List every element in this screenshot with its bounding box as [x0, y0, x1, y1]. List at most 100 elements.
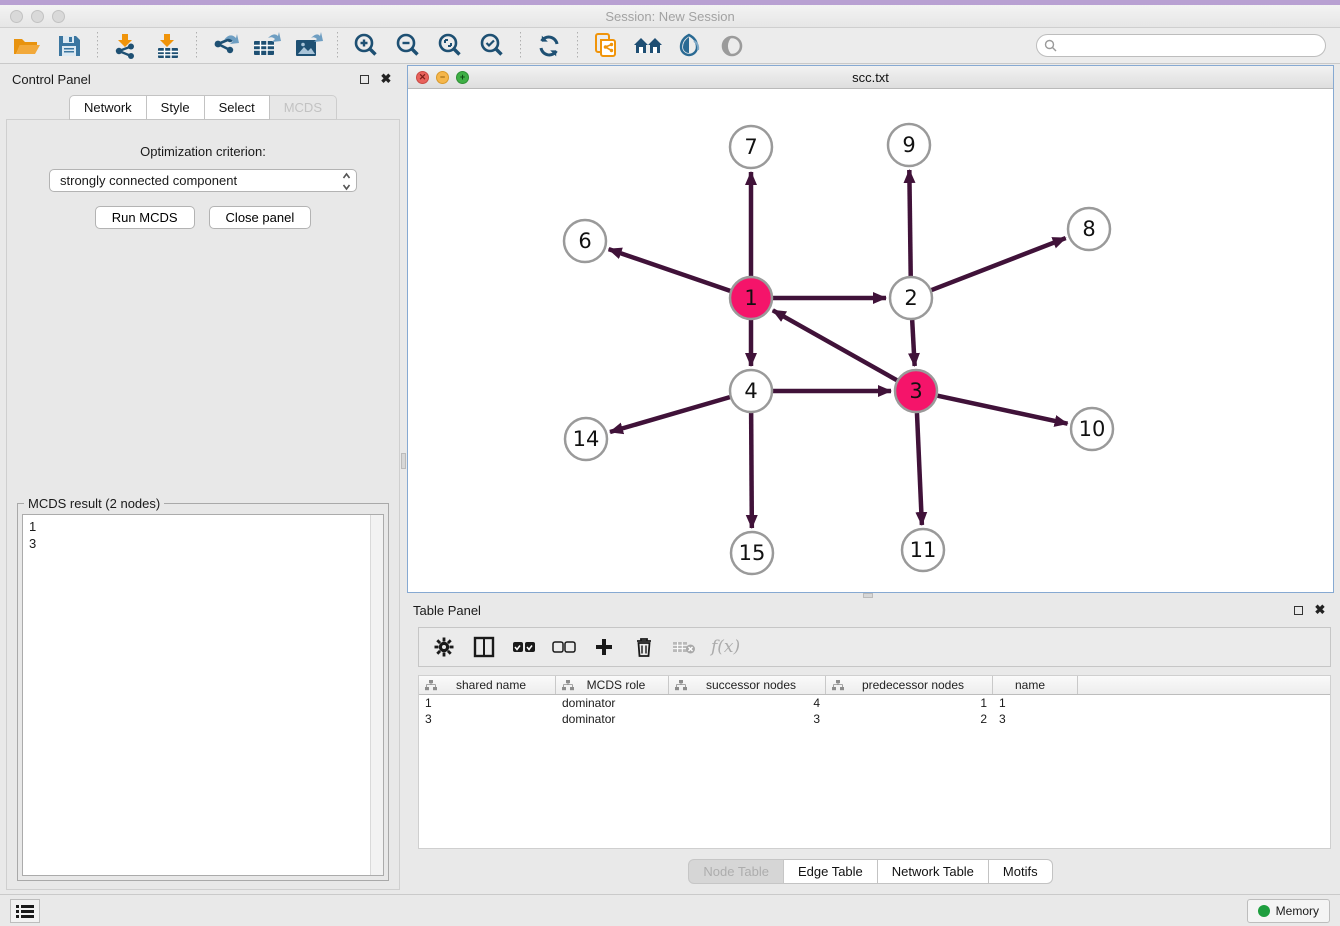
- column-header-predecessor-nodes[interactable]: predecessor nodes: [826, 676, 993, 694]
- graph-node-11[interactable]: 11: [902, 529, 944, 571]
- checked-boxes-icon: [512, 641, 536, 653]
- table-cell[interactable]: 3: [419, 711, 556, 727]
- graph-edge-2-3[interactable]: [912, 320, 914, 366]
- deselect-all-button[interactable]: [551, 634, 577, 660]
- column-header-name[interactable]: name: [993, 676, 1078, 694]
- tab-select[interactable]: Select: [205, 95, 270, 120]
- graph-edge-3-11[interactable]: [917, 413, 922, 525]
- export-table-button[interactable]: [248, 30, 286, 62]
- mcds-result-list[interactable]: 13: [22, 514, 384, 876]
- graph-node-14[interactable]: 14: [565, 418, 607, 460]
- zoom-out-button[interactable]: [389, 30, 427, 62]
- paintbrush-icon: [676, 32, 704, 60]
- graph-node-10[interactable]: 10: [1071, 408, 1113, 450]
- delete-column-button[interactable]: [631, 634, 657, 660]
- graph-edge-3-1[interactable]: [773, 310, 897, 380]
- table-cell[interactable]: 1: [826, 695, 993, 711]
- graph-edge-1-6[interactable]: [609, 249, 731, 291]
- tab-network[interactable]: Network: [69, 95, 147, 120]
- task-history-button[interactable]: [10, 899, 40, 923]
- table-cell[interactable]: dominator: [556, 711, 669, 727]
- table-cell[interactable]: 2: [826, 711, 993, 727]
- export-network-button[interactable]: [206, 30, 244, 62]
- table-header-row: shared nameMCDS rolesuccessor nodesprede…: [419, 676, 1330, 695]
- table-row[interactable]: 3dominator323: [419, 711, 1330, 727]
- run-mcds-button[interactable]: Run MCDS: [95, 206, 195, 229]
- table-settings-button[interactable]: [431, 634, 457, 660]
- network-minimize-button[interactable]: −: [436, 71, 449, 84]
- graph-edge-4-14[interactable]: [610, 397, 730, 432]
- memory-button[interactable]: Memory: [1247, 899, 1330, 923]
- create-column-button[interactable]: [591, 634, 617, 660]
- export-image-button[interactable]: [290, 30, 328, 62]
- vertical-splitter[interactable]: [400, 63, 407, 894]
- export-image-icon: [294, 32, 324, 60]
- attribute-tree-icon: [425, 680, 437, 691]
- float-panel-icon[interactable]: [356, 71, 372, 87]
- show-hide-button[interactable]: [713, 30, 751, 62]
- graph-node-15[interactable]: 15: [731, 532, 773, 574]
- graph-node-8[interactable]: 8: [1068, 208, 1110, 250]
- network-maximize-button[interactable]: +: [456, 71, 469, 84]
- tab-network-table[interactable]: Network Table: [878, 859, 989, 884]
- network-frame-controls: ✕ − +: [416, 71, 469, 84]
- tab-node-table[interactable]: Node Table: [688, 859, 784, 884]
- graph-node-9[interactable]: 9: [888, 124, 930, 166]
- import-table-button[interactable]: [149, 30, 187, 62]
- network-canvas[interactable]: 1 2 3 4 6 7 8 9 10 11 14 15: [408, 89, 1333, 592]
- splitter-grip[interactable]: [401, 453, 406, 469]
- table-cell[interactable]: 4: [669, 695, 826, 711]
- column-header-shared-name[interactable]: shared name: [419, 676, 556, 694]
- show-column-button[interactable]: [471, 634, 497, 660]
- close-panel-icon[interactable]: ✖: [378, 71, 394, 87]
- zoom-fit-button[interactable]: [431, 30, 469, 62]
- tab-motifs[interactable]: Motifs: [989, 859, 1053, 884]
- first-neighbors-button[interactable]: [629, 30, 667, 62]
- table-cell[interactable]: 3: [993, 711, 1078, 727]
- titlebar[interactable]: Session: New Session: [0, 5, 1340, 28]
- graph-edge-2-8[interactable]: [932, 238, 1066, 290]
- table-row[interactable]: 1dominator411: [419, 695, 1330, 711]
- graph-node-4[interactable]: 4: [730, 370, 772, 412]
- splitter-grip[interactable]: [863, 593, 873, 598]
- column-header-MCDS-role[interactable]: MCDS role: [556, 676, 669, 694]
- node-label: 9: [902, 133, 915, 157]
- column-header-successor-nodes[interactable]: successor nodes: [669, 676, 826, 694]
- network-frame-titlebar[interactable]: scc.txt ✕ − +: [408, 66, 1333, 89]
- duplicate-network-button[interactable]: [587, 30, 625, 62]
- close-panel-button[interactable]: Close panel: [209, 206, 312, 229]
- search-input[interactable]: [1036, 34, 1326, 57]
- select-all-button[interactable]: [511, 634, 537, 660]
- table-cell[interactable]: 1: [993, 695, 1078, 711]
- zoom-selected-button[interactable]: [473, 30, 511, 62]
- graph-node-7[interactable]: 7: [730, 126, 772, 168]
- table-cell[interactable]: 1: [419, 695, 556, 711]
- graph-edge-2-9[interactable]: [909, 170, 910, 276]
- toolbar-separator: [577, 32, 578, 60]
- horizontal-splitter[interactable]: [407, 593, 1334, 598]
- table-cell[interactable]: dominator: [556, 695, 669, 711]
- import-network-button[interactable]: [107, 30, 145, 62]
- result-scrollbar[interactable]: [370, 515, 383, 875]
- criterion-dropdown[interactable]: strongly connected component: [49, 169, 357, 192]
- save-session-button[interactable]: [50, 30, 88, 62]
- zoom-in-button[interactable]: [347, 30, 385, 62]
- graph-node-2[interactable]: 2: [890, 277, 932, 319]
- import-network-icon: [112, 32, 140, 60]
- open-session-button[interactable]: [8, 30, 46, 62]
- float-table-panel-icon[interactable]: [1290, 602, 1306, 618]
- close-table-panel-icon[interactable]: ✖: [1312, 602, 1328, 618]
- tab-style[interactable]: Style: [147, 95, 205, 120]
- tab-edge-table[interactable]: Edge Table: [784, 859, 878, 884]
- graph-edge-3-10[interactable]: [938, 396, 1068, 424]
- network-close-button[interactable]: ✕: [416, 71, 429, 84]
- tab-mcds[interactable]: MCDS: [270, 95, 337, 120]
- table-cell[interactable]: 3: [669, 711, 826, 727]
- paint-style-button[interactable]: [671, 30, 709, 62]
- graph-edge-4-15[interactable]: [751, 413, 752, 528]
- optimization-criterion-label: Optimization criterion:: [17, 144, 389, 159]
- graph-node-3[interactable]: 3: [895, 370, 937, 412]
- apply-layout-button[interactable]: [530, 30, 568, 62]
- graph-node-6[interactable]: 6: [564, 220, 606, 262]
- graph-node-1[interactable]: 1: [730, 277, 772, 319]
